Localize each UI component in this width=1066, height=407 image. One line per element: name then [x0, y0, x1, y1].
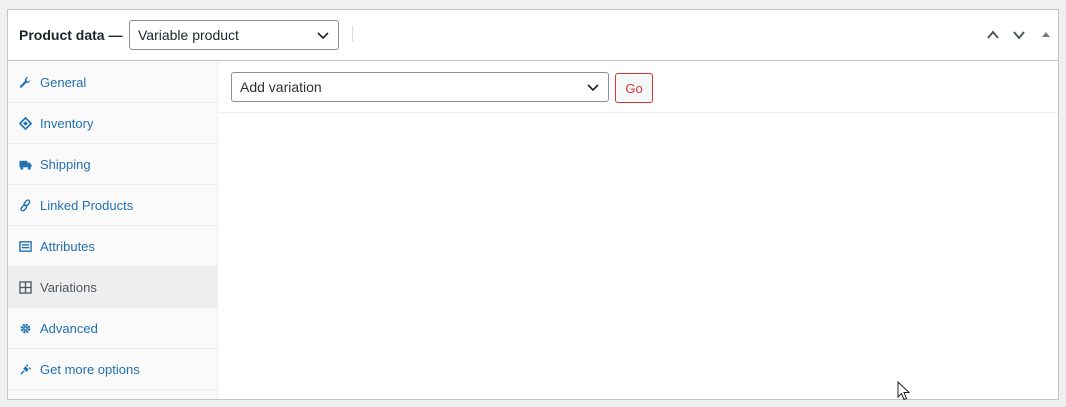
variations-panel: Add variation Go: [219, 62, 1058, 399]
tab-inventory[interactable]: Inventory: [8, 103, 217, 144]
tab-label: Inventory: [40, 115, 94, 131]
product-type-value: Variable product: [138, 27, 239, 43]
tab-label: General: [40, 74, 87, 90]
tab-get-more-options[interactable]: Get more options: [8, 349, 217, 390]
variations-toolbar: Add variation Go: [219, 62, 1058, 113]
panel-header: Product data — Variable product: [8, 10, 1058, 61]
tab-linked-products[interactable]: Linked Products: [8, 185, 217, 226]
caret-up-icon: [1042, 32, 1050, 37]
list-icon: [18, 239, 32, 253]
panel-title: Product data —: [19, 27, 123, 43]
link-icon: [18, 198, 32, 212]
move-down-button[interactable]: [1010, 26, 1028, 44]
variation-action-value: Add variation: [240, 79, 322, 95]
tag-icon: [18, 116, 32, 130]
chevron-down-icon: [317, 32, 329, 40]
tab-label: Variations: [40, 279, 97, 295]
truck-icon: [18, 157, 32, 171]
move-up-button[interactable]: [984, 26, 1002, 44]
tab-label: Shipping: [40, 156, 91, 172]
tab-advanced[interactable]: Advanced: [8, 308, 217, 349]
toggle-panel-button[interactable]: [1037, 26, 1055, 44]
plugin-icon: [18, 362, 32, 376]
chevron-down-icon: [587, 84, 599, 92]
tab-shipping[interactable]: Shipping: [8, 144, 217, 185]
variation-action-select[interactable]: Add variation: [231, 72, 609, 102]
wrench-icon: [18, 75, 32, 89]
chevron-up-icon: [987, 30, 999, 39]
tab-label: Advanced: [40, 320, 98, 336]
mouse-cursor-icon: [897, 381, 911, 401]
header-divider: [352, 26, 353, 42]
product-data-panel: Product data — Variable product General …: [7, 9, 1059, 400]
tab-attributes[interactable]: Attributes: [8, 226, 217, 267]
tab-label: Attributes: [40, 238, 95, 254]
grid-icon: [18, 280, 32, 294]
product-type-select[interactable]: Variable product: [129, 20, 339, 50]
tab-label: Get more options: [40, 361, 140, 377]
tab-variations[interactable]: Variations: [8, 267, 217, 308]
chevron-down-icon: [1013, 31, 1025, 40]
tab-label: Linked Products: [40, 197, 134, 213]
tab-general[interactable]: General: [8, 62, 217, 103]
go-button[interactable]: Go: [615, 73, 653, 103]
gear-icon: [18, 321, 32, 335]
product-data-tabs: General Inventory Shipping Linked Produc…: [8, 62, 218, 399]
